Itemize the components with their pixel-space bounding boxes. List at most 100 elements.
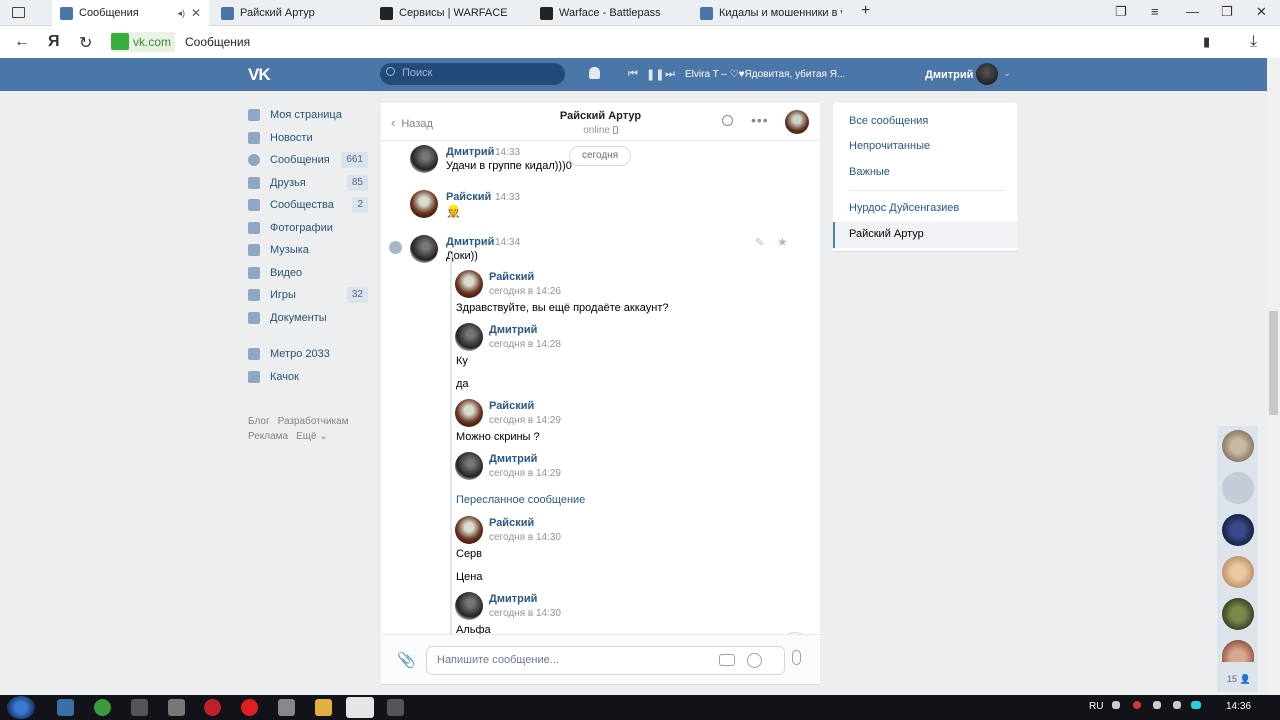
attach-icon[interactable]: 📎 <box>397 651 416 669</box>
contact-avatar[interactable] <box>1222 430 1254 462</box>
avatar[interactable] <box>410 190 438 218</box>
nav-item-music[interactable]: Музыка <box>248 239 370 262</box>
star-icon[interactable]: ★ <box>777 235 788 249</box>
nav-app-metro[interactable]: Метро 2033 <box>248 343 370 366</box>
nav-app-kachok[interactable]: Качок <box>248 366 370 389</box>
recent-chat-nurdos[interactable]: Нурдос Дуйсенгазиев <box>849 202 959 214</box>
notifications-bell-icon[interactable] <box>589 67 600 79</box>
tab-warface-battlepass[interactable]: Warface - Battlepass <box>532 0 692 26</box>
tab-bar-menu-icon[interactable] <box>12 7 25 18</box>
scrollbar-thumb[interactable] <box>1269 311 1278 415</box>
yandex-browser-icon[interactable] <box>346 697 374 718</box>
now-playing-track[interactable]: Elvira T – ♡♥Ядовитая, убитая Я... <box>685 69 845 80</box>
tray-language[interactable]: RU <box>1089 701 1103 712</box>
taskbar-app-icon[interactable] <box>131 699 148 716</box>
message-time[interactable]: 14:34 <box>495 237 520 248</box>
taskbar-app-icon[interactable] <box>168 699 185 716</box>
clock[interactable]: 14:36 <box>1226 701 1251 712</box>
camera-icon[interactable] <box>719 654 735 666</box>
recent-chat-raisky[interactable]: Райский Артур <box>849 228 924 240</box>
filter-important[interactable]: Важные <box>849 166 890 178</box>
contact-avatar[interactable] <box>1222 640 1254 662</box>
forwarded-author[interactable]: Дмитрий <box>489 593 537 605</box>
nav-item-video[interactable]: Видео <box>248 262 370 285</box>
restore-icon[interactable]: ❐ <box>1221 4 1233 20</box>
speaker-icon[interactable]: ◂) <box>177 8 185 19</box>
message-time[interactable]: 14:33 <box>495 192 520 203</box>
avatar[interactable] <box>455 516 483 544</box>
forwarded-author[interactable]: Дмитрий <box>489 324 537 336</box>
chevron-down-icon[interactable]: ⌄ <box>1003 68 1011 79</box>
menu-icon[interactable]: ≡ <box>1151 4 1159 19</box>
nav-item-groups[interactable]: Сообщества 2 <box>248 194 370 217</box>
microphone-icon[interactable] <box>792 650 801 665</box>
next-track-icon[interactable]: ⏭ <box>665 68 675 81</box>
avatar[interactable] <box>455 592 483 620</box>
avatar[interactable] <box>410 145 438 173</box>
avatar[interactable] <box>410 235 438 263</box>
forwarded-author[interactable]: Райский <box>489 271 534 283</box>
selected-check-icon[interactable] <box>389 241 402 254</box>
avatar[interactable] <box>455 399 483 427</box>
tray-icon[interactable] <box>1133 701 1141 709</box>
message-author[interactable]: Дмитрий <box>446 146 494 158</box>
emoji-icon[interactable] <box>747 653 762 668</box>
footer-link-ads[interactable]: Реклама <box>248 431 288 442</box>
footer-link-developers[interactable]: Разработчикам <box>278 416 349 427</box>
message-author[interactable]: Дмитрий <box>446 236 494 248</box>
avatar[interactable] <box>455 323 483 351</box>
windows-start-icon[interactable] <box>7 696 35 719</box>
online-friends-count[interactable]: 15 👤 <box>1227 674 1251 685</box>
close-tab-icon[interactable]: ✕ <box>191 6 201 20</box>
chat-avatar[interactable] <box>785 110 809 134</box>
more-icon[interactable]: ••• <box>751 112 769 128</box>
taskbar-app-icon[interactable] <box>94 699 111 716</box>
message-history[interactable]: Дмитрий 14:33 Удачи в группе кидал)))0 с… <box>381 142 820 634</box>
contact-avatar[interactable] <box>1222 514 1254 546</box>
opera-icon[interactable] <box>241 699 258 716</box>
lock-icon[interactable] <box>111 33 129 50</box>
forwarded-author[interactable]: Райский <box>489 517 534 529</box>
contact-avatar[interactable] <box>1222 556 1254 588</box>
contact-avatar[interactable] <box>1222 472 1254 504</box>
search-icon[interactable] <box>722 115 733 126</box>
forwarded-author[interactable]: Дмитрий <box>489 453 537 465</box>
new-tab-icon[interactable]: + <box>861 2 870 20</box>
nav-item-friends[interactable]: Друзья 85 <box>248 172 370 195</box>
nav-item-messages[interactable]: Сообщения 661 <box>248 149 370 172</box>
forwarded-message-link[interactable]: Пересланное сообщение <box>456 494 585 506</box>
contact-avatar[interactable] <box>1222 598 1254 630</box>
back-arrow-icon[interactable]: ← <box>14 33 30 51</box>
search-input[interactable]: Поиск <box>380 63 565 85</box>
edit-icon[interactable]: ✎ <box>755 236 764 249</box>
header-user-name[interactable]: Дмитрий <box>925 69 973 81</box>
footer-link-more[interactable]: Ещё ⌄ <box>296 431 328 442</box>
taskbar-app-icon[interactable] <box>204 699 221 716</box>
nav-item-games[interactable]: Игры 32 <box>248 284 370 307</box>
bookmarks-icon[interactable]: ❐ <box>1115 4 1127 20</box>
close-window-icon[interactable]: ✕ <box>1256 4 1267 20</box>
url-page-title[interactable]: Сообщения <box>185 35 250 49</box>
tab-messages[interactable]: Сообщения ◂) ✕ <box>52 0 209 26</box>
tray-icon[interactable] <box>1153 701 1161 709</box>
prev-track-icon[interactable]: ⏮ <box>628 68 638 81</box>
tab-kidaly[interactable]: Кидалы и мошенники в vk <box>692 0 850 26</box>
taskbar-app-icon[interactable] <box>387 699 404 716</box>
nav-item-my-page[interactable]: Моя страница <box>248 104 370 127</box>
tray-icon[interactable] <box>1112 701 1120 709</box>
download-icon[interactable]: ⤓ <box>1250 33 1257 51</box>
minimize-icon[interactable]: — <box>1186 4 1199 19</box>
avatar[interactable] <box>455 270 483 298</box>
nav-item-photos[interactable]: Фотографии <box>248 217 370 240</box>
network-icon[interactable] <box>1173 701 1181 709</box>
filter-unread[interactable]: Непрочитанные <box>849 140 930 152</box>
nav-item-documents[interactable]: Документы <box>248 307 370 330</box>
vk-logo[interactable]: VK <box>248 65 271 85</box>
avatar[interactable] <box>976 63 998 85</box>
filter-all[interactable]: Все сообщения <box>849 115 928 127</box>
tab-warface-services[interactable]: Сервисы | WARFACE <box>372 0 532 26</box>
nav-item-news[interactable]: Новости <box>248 127 370 150</box>
footer-link-blog[interactable]: Блог <box>248 416 270 427</box>
message-time[interactable]: 14:33 <box>495 147 520 158</box>
forwarded-author[interactable]: Райский <box>489 400 534 412</box>
